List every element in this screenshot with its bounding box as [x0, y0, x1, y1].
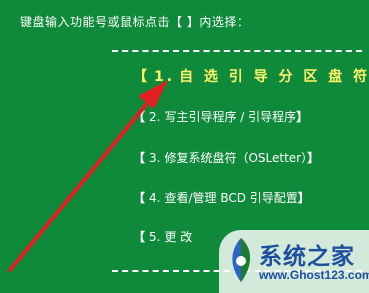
bracket-open: 【: [133, 151, 146, 165]
system-home-logo-icon: [232, 238, 251, 282]
watermark: 系统之家 www.Ghost123.com: [219, 230, 369, 293]
watermark-title: 系统之家: [259, 244, 355, 270]
menu-item-label: 更 改: [164, 230, 193, 244]
menu-item-label: 查看/管理 BCD 引导配置: [164, 191, 298, 205]
boot-menu-screen: 键盘输入功能号或鼠标点击【 】内选择： 【1.自 选 引 导 分 区 盘 符】 …: [0, 0, 369, 293]
menu-item-number: 1.: [154, 69, 176, 85]
bracket-open: 【: [133, 230, 146, 244]
menu-item-label: 修复系统盘符（OSLetter）: [164, 151, 308, 165]
menu-item-change[interactable]: 【5. 更 改: [133, 228, 192, 245]
menu-item-manage-bcd[interactable]: 【4. 查看/管理 BCD 引导配置】: [133, 189, 310, 206]
bracket-close: 】: [307, 151, 320, 165]
menu-item-label: 自 选 引 导 分 区 盘 符: [179, 69, 369, 85]
instruction-prompt: 键盘输入功能号或鼠标点击【 】内选择：: [20, 15, 250, 29]
menu-item-number: 5.: [149, 230, 161, 244]
bracket-open: 【: [133, 110, 146, 124]
menu-item-repair-os-letter[interactable]: 【3. 修复系统盘符（OSLetter）】: [133, 149, 319, 166]
bracket-close: 】: [297, 191, 310, 205]
menu-item-number: 4.: [149, 191, 161, 205]
menu-item-label: 写主引导程序 / 引导程序: [164, 110, 297, 124]
watermark-url: www.Ghost123.com: [259, 268, 369, 282]
bracket-open: 【: [133, 191, 146, 205]
bracket-close: 】: [296, 110, 309, 124]
menu-item-number: 2.: [149, 110, 161, 124]
bracket-open: 【: [133, 69, 150, 85]
menu-item-number: 3.: [149, 151, 161, 165]
menu-item-select-boot-partition[interactable]: 【1.自 选 引 导 分 区 盘 符】: [133, 66, 369, 86]
menu-item-write-boot-program[interactable]: 【2. 写主引导程序 / 引导程序】: [133, 108, 308, 125]
top-divider: [112, 50, 362, 52]
